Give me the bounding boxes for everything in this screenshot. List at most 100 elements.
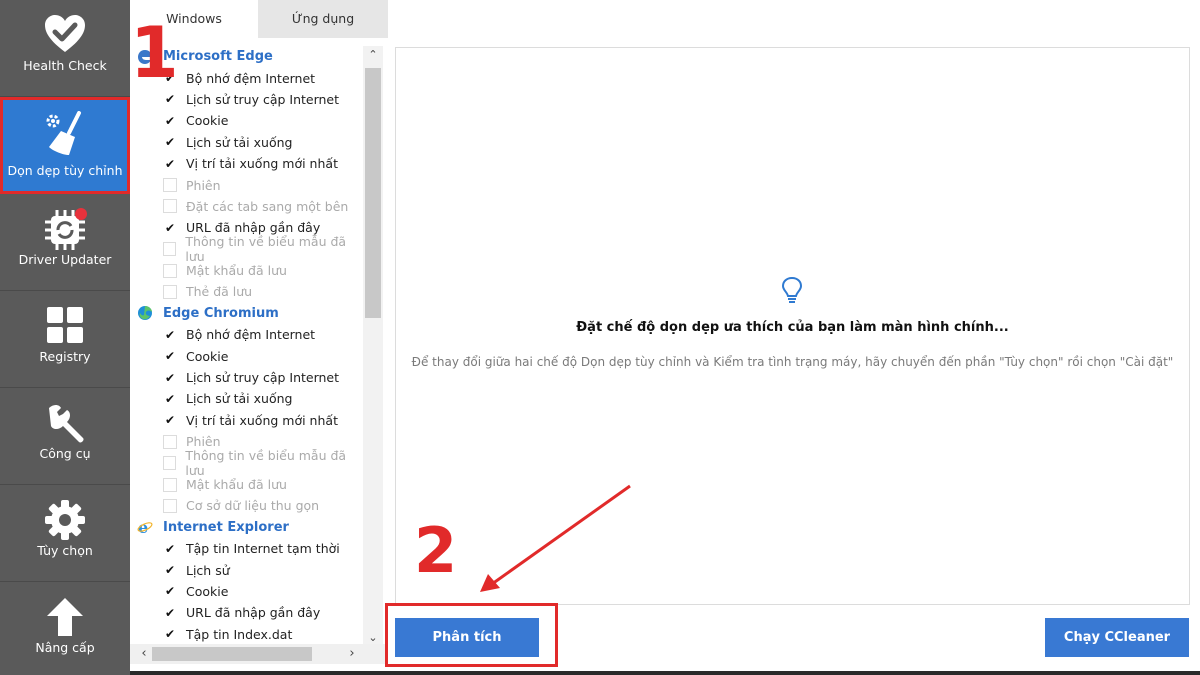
checkbox-checked[interactable]: ✔ [163,413,177,427]
tree-item[interactable]: ✔ Lịch sử tải xuống [130,388,360,409]
tree-item-label: Phiên [186,434,221,450]
tree-item[interactable]: Thông tin về biểu mẫu đã lưu [130,448,360,478]
tree-item-label: Bộ nhớ đệm Internet [186,327,316,343]
scroll-left-icon[interactable]: ‹ [134,646,154,661]
ccleaner-window: Health Check Dọn dẹp tùy chỉnh Driver Up… [0,0,1200,675]
tree-item-label: Đặt các tab sang một bên [186,198,349,214]
nav-label: Health Check [23,58,107,73]
tree-item[interactable]: Cơ sở dữ liệu thu gọn [130,495,360,516]
checkbox-checked[interactable]: ✔ [163,349,177,363]
group-title: Edge Chromium [163,305,279,321]
checkbox-checked[interactable]: ✔ [163,221,177,235]
tree-item-label: Mật khẩu đã lưu [186,477,287,492]
checkbox-checked[interactable]: ✔ [163,371,177,385]
tree-item[interactable]: Thẻ đã lưu [130,281,360,302]
horizontal-scrollbar[interactable]: ‹ › [130,644,388,664]
checkbox-checked[interactable]: ✔ [163,627,177,641]
tree-item[interactable]: ✔ Lịch sử truy cập Internet [130,367,360,388]
tree-item[interactable]: ✔ Vị trí tải xuống mới nhất [130,153,360,174]
group-header-internet-explorer[interactable]: e Internet Explorer [130,517,360,538]
tree-item-label: Lịch sử [186,562,230,578]
nav-options[interactable]: Tùy chọn [0,485,130,582]
cleaner-tree-panel: Windows Ứng dụng Microsoft Edge ✔ Bộ nhớ … [130,0,388,675]
tree-item[interactable]: ✔ Lịch sử [130,559,360,580]
tree-item[interactable]: ✔ Tập tin Index.dat [130,624,360,645]
run-ccleaner-button[interactable]: Chạy CCleaner [1045,618,1189,657]
nav-label: Công cụ [39,446,91,461]
tree-item-label: Thông tin về biểu mẫu đã lưu [185,448,347,479]
checkbox-checked[interactable]: ✔ [163,114,177,128]
heart-check-icon [0,14,130,54]
tree-item-label: Tập tin Internet tạm thời [186,541,340,557]
tree-item[interactable]: Đặt các tab sang một bên [130,196,360,217]
tree-item[interactable]: ✔ Tập tin Internet tạm thời [130,538,360,559]
nav-label: Dọn dẹp tùy chỉnh [7,163,123,178]
analyze-button[interactable]: Phân tích [395,618,539,657]
checkbox-unchecked[interactable] [163,178,177,193]
nav-custom-clean[interactable]: Dọn dẹp tùy chỉnh [0,97,130,194]
nav-label: Driver Updater [18,252,112,267]
edge-chromium-icon [136,304,154,322]
tree-item-label: Cookie [186,348,229,364]
nav-driver-updater[interactable]: Driver Updater [0,194,130,291]
checkbox-checked[interactable]: ✔ [163,328,177,342]
scroll-thumb[interactable] [152,647,312,661]
left-nav: Health Check Dọn dẹp tùy chỉnh Driver Up… [0,0,130,675]
tree-item[interactable]: ✔ Bộ nhớ đệm Internet [130,324,360,345]
tree-item[interactable]: ✔ Vị trí tải xuống mới nhất [130,410,360,431]
bottom-border [130,671,1200,675]
scroll-up-icon[interactable]: ⌃ [363,48,383,61]
checkbox-unchecked[interactable] [163,498,177,513]
checkbox-checked[interactable]: ✔ [163,92,177,106]
tree-item[interactable]: Phiên [130,174,360,195]
nav-label: Nâng cấp [35,640,95,655]
checkbox-unchecked[interactable] [163,199,177,214]
checkbox-checked[interactable]: ✔ [163,606,177,620]
cleaner-tree-list: Microsoft Edge ✔ Bộ nhớ đệm Internet ✔ Lịc… [130,46,360,646]
nav-health-check[interactable]: Health Check [0,0,130,97]
scroll-down-icon[interactable]: ⌄ [363,631,383,644]
tab-applications[interactable]: Ứng dụng [258,0,388,38]
tree-item[interactable]: ✔ Cookie [130,345,360,366]
tree-item-label: Lịch sử truy cập Internet [186,91,340,107]
group-header-edge-chromium[interactable]: Edge Chromium [130,303,360,324]
checkbox-checked[interactable]: ✔ [163,392,177,406]
hint-title: Đặt chế độ dọn dẹp ưa thích của bạn làm … [576,320,1009,335]
scroll-thumb[interactable] [365,68,381,318]
annotation-arrow-icon [480,484,631,592]
tree-item[interactable]: ✔ URL đã nhập gần đây [130,602,360,623]
broom-gear-icon [0,111,130,155]
checkbox-unchecked[interactable] [163,456,177,471]
checkbox-checked[interactable]: ✔ [163,157,177,171]
vertical-scrollbar[interactable]: ⌃ ⌄ [363,46,383,646]
tree-item[interactable]: ✔ Cookie [130,581,360,602]
checkbox-checked[interactable]: ✔ [163,542,177,556]
tree-item[interactable]: Thông tin về biểu mẫu đã lưu [130,234,360,264]
tree-item-label: Vị trí tải xuống mới nhất [186,412,338,428]
checkbox-unchecked[interactable] [163,434,177,449]
tree-item-label: Thẻ đã lưu [186,284,253,300]
tree-item-label: Tập tin Index.dat [186,626,293,642]
tree-item-label: Mật khẩu đã lưu [186,263,287,279]
wrench-icon [0,402,130,443]
checkbox-checked[interactable]: ✔ [163,135,177,149]
nav-label: Registry [39,349,91,364]
checkbox-checked[interactable]: ✔ [163,584,177,598]
nav-tools[interactable]: Công cụ [0,388,130,485]
tree-item-label: Lịch sử tải xuống [186,391,293,407]
checkbox-unchecked[interactable] [163,284,177,299]
gear-icon [0,499,130,540]
tree-item[interactable]: ✔ Lịch sử tải xuống [130,132,360,153]
checkbox-unchecked[interactable] [163,242,177,257]
checkbox-checked[interactable]: ✔ [163,563,177,577]
tree-item-label: Lịch sử truy cập Internet [186,370,340,386]
checkbox-unchecked[interactable] [163,477,177,492]
tree-item[interactable]: ✔ Cookie [130,110,360,131]
nav-upgrade[interactable]: Nâng cấp [0,582,130,675]
tree-item-label: Vị trí tải xuống mới nhất [186,156,338,172]
scroll-right-icon[interactable]: › [342,646,362,661]
tree-item-label: Phiên [186,177,221,193]
checkbox-unchecked[interactable] [163,263,177,278]
nav-registry[interactable]: Registry [0,291,130,388]
chip-refresh-icon [0,208,130,250]
